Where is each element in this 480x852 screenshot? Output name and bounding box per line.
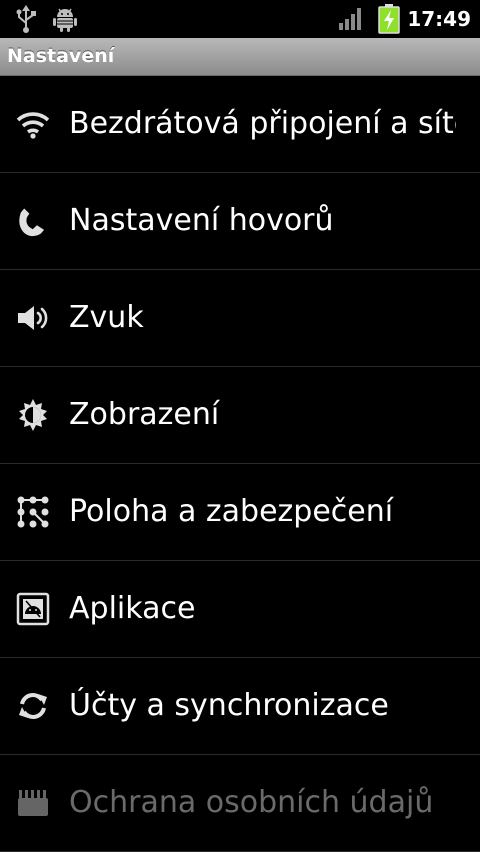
settings-item-display[interactable]: Zobrazení [0,367,480,464]
speaker-icon [14,300,52,336]
settings-item-wireless[interactable]: Bezdrátová připojení a sítě [0,76,480,173]
settings-item-accounts-sync[interactable]: Účty a synchronizace [0,658,480,755]
settings-item-label: Zobrazení [69,397,220,432]
settings-item-label: Nastavení hovorů [69,203,334,238]
phone-icon [14,203,52,239]
signal-icon [338,0,364,38]
settings-item-sound[interactable]: Zvuk [0,270,480,367]
page-title: Nastavení [7,45,115,67]
settings-item-label: Ochrana osobních údajů [69,785,434,820]
settings-item-label: Zvuk [69,300,144,335]
settings-item-call-settings[interactable]: Nastavení hovorů [0,173,480,270]
sync-icon [14,688,52,724]
settings-item-label: Bezdrátová připojení a sítě [69,106,456,141]
status-bar: 17:49 [0,0,480,38]
wifi-icon [14,106,52,142]
privacy-icon [14,785,52,821]
brightness-icon [14,397,52,433]
settings-item-location-security[interactable]: Poloha a zabezpečení [0,464,480,561]
settings-item-applications[interactable]: Aplikace [0,561,480,658]
battery-charging-icon [378,0,400,38]
settings-item-label: Poloha a zabezpečení [69,494,394,529]
settings-item-label: Aplikace [69,591,196,626]
settings-item-privacy[interactable]: Ochrana osobních údajů [0,755,480,852]
android-debug-icon [52,0,78,38]
clock: 17:49 [407,7,471,31]
pattern-lock-icon [14,494,52,530]
title-bar: Nastavení [0,38,480,76]
usb-icon [14,0,38,38]
applications-icon [14,591,52,627]
settings-item-label: Účty a synchronizace [69,688,389,723]
settings-list: Bezdrátová připojení a sítě Nastavení ho… [0,76,480,852]
